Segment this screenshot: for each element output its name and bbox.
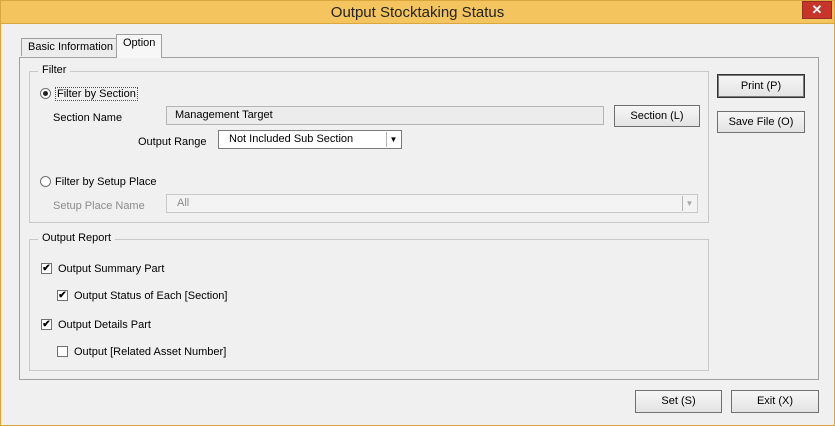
section-button[interactable]: Section (L) (614, 105, 700, 127)
title-bar: Output Stocktaking Status ✕ (0, 0, 835, 24)
print-button[interactable]: Print (P) (717, 74, 805, 98)
output-status-each-section-label[interactable]: Output Status of Each [Section] (74, 290, 227, 302)
section-name-field: Management Target (166, 106, 604, 125)
output-report-group: Output Report ✔ Output Summary Part ✔ Ou… (29, 232, 709, 371)
output-range-label: Output Range (138, 136, 207, 148)
filter-by-setup-place-label[interactable]: Filter by Setup Place (55, 176, 157, 188)
save-file-button[interactable]: Save File (O) (717, 111, 805, 133)
output-range-select[interactable]: Not Included Sub Section ▼ (218, 130, 402, 149)
check-icon: ✔ (42, 263, 51, 274)
option-tab-panel: Filter Filter by Section Section Name Ma… (19, 57, 819, 380)
output-summary-part-checkbox[interactable]: ✔ (41, 263, 52, 274)
check-icon: ✔ (42, 319, 51, 330)
filter-by-section-radio[interactable] (40, 88, 51, 99)
filter-group: Filter Filter by Section Section Name Ma… (29, 64, 709, 223)
output-range-value: Not Included Sub Section (229, 133, 354, 145)
output-related-asset-number-checkbox[interactable] (57, 346, 68, 357)
window-title: Output Stocktaking Status (330, 4, 505, 21)
setup-place-value: All (177, 197, 190, 209)
filter-by-section-label[interactable]: Filter by Section (55, 87, 138, 101)
set-button[interactable]: Set (S) (635, 390, 722, 413)
setup-place-name-label: Setup Place Name (53, 200, 145, 212)
exit-button[interactable]: Exit (X) (731, 390, 819, 413)
tab-basic-information[interactable]: Basic Information (21, 38, 120, 56)
setup-place-select: All ▼ (166, 194, 698, 213)
section-name-label: Section Name (53, 112, 123, 124)
close-button[interactable]: ✕ (802, 1, 832, 19)
output-details-part-checkbox[interactable]: ✔ (41, 319, 52, 330)
output-status-each-section-checkbox[interactable]: ✔ (57, 290, 68, 301)
filter-group-label: Filter (38, 64, 71, 76)
output-summary-part-label[interactable]: Output Summary Part (58, 263, 164, 275)
chevron-down-icon: ▼ (386, 132, 400, 147)
filter-by-setup-place-radio[interactable] (40, 176, 51, 187)
check-icon: ✔ (58, 290, 67, 301)
chevron-down-icon: ▼ (682, 196, 696, 211)
tab-option[interactable]: Option (116, 34, 163, 58)
output-related-asset-number-label[interactable]: Output [Related Asset Number] (74, 346, 226, 358)
output-report-group-label: Output Report (38, 232, 116, 244)
output-details-part-label[interactable]: Output Details Part (58, 319, 151, 331)
close-icon: ✕ (811, 2, 823, 17)
